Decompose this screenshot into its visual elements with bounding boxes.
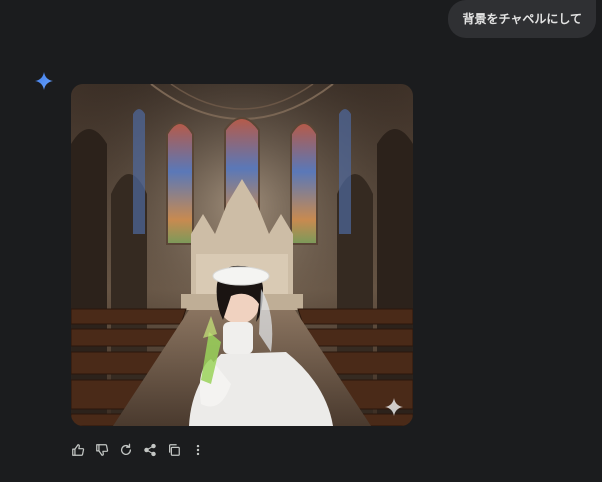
generated-image[interactable]	[71, 84, 413, 426]
more-vert-icon	[196, 444, 199, 456]
share-button[interactable]	[141, 442, 158, 459]
user-message-text: 背景をチャペルにして	[462, 12, 582, 26]
user-message-bubble: 背景をチャペルにして	[448, 0, 596, 38]
response-actions-toolbar	[69, 440, 206, 460]
share-icon	[143, 443, 156, 457]
thumbs-up-icon	[71, 444, 84, 456]
thumbs-down-button[interactable]	[93, 442, 110, 459]
watermark-sparkle-icon	[385, 398, 403, 416]
chapel-scene	[71, 84, 413, 426]
more-options-button[interactable]	[189, 442, 206, 459]
copy-icon	[168, 444, 180, 456]
thumbs-up-button[interactable]	[69, 442, 86, 459]
copy-button[interactable]	[165, 442, 182, 459]
thumbs-down-icon	[95, 444, 108, 456]
refresh-icon	[120, 443, 131, 455]
gemini-sparkle-icon	[35, 72, 53, 90]
regenerate-button[interactable]	[117, 442, 134, 459]
